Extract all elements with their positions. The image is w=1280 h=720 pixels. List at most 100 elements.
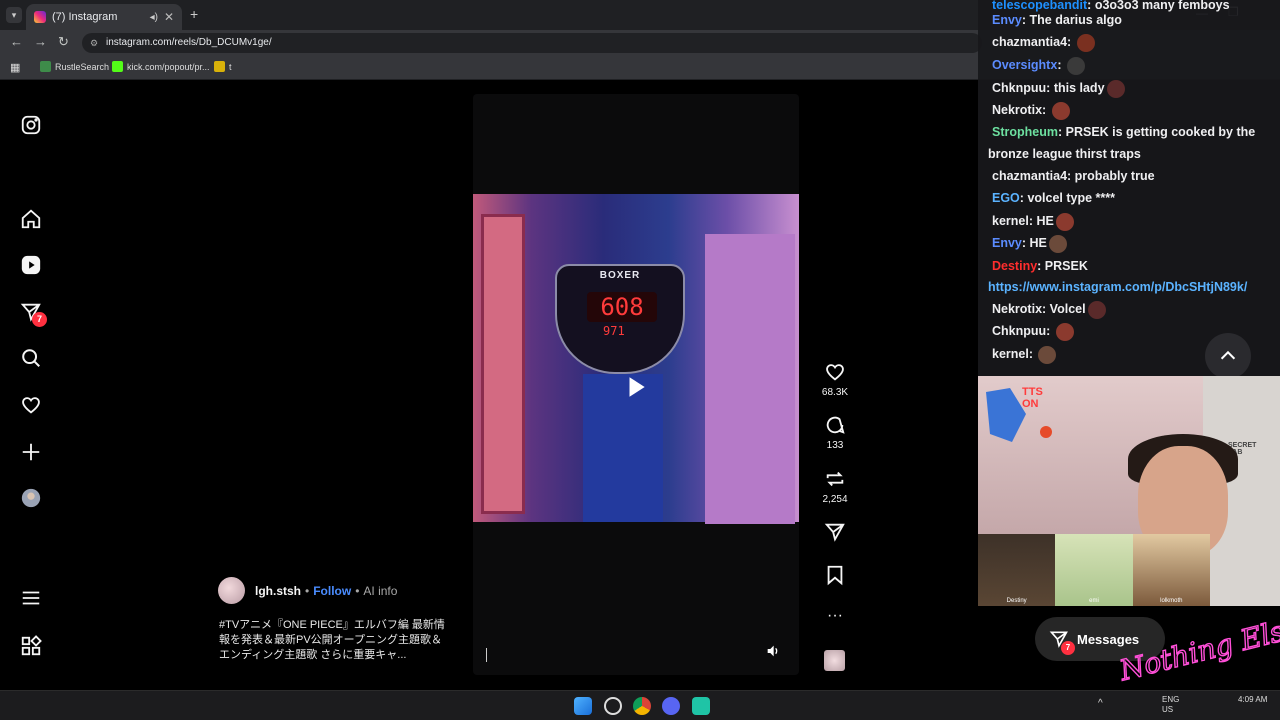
notifications-heart-icon[interactable]: [20, 394, 42, 416]
guest-thumbnails: Destiny emi lolkmoth: [978, 534, 1210, 606]
reel-caption[interactable]: #TVアニメ『ONE PIECE』エルバフ編 最新情報を発表＆最新PV公開オープ…: [219, 618, 447, 663]
tts-overlay-text: TTS ON: [1022, 386, 1043, 410]
comment-icon: [826, 416, 845, 434]
chat-username[interactable]: Destiny: [992, 259, 1037, 273]
tab-audio-icon[interactable]: ◂): [150, 12, 158, 23]
chat-username[interactable]: chazmantia4: [992, 169, 1067, 183]
chat-message: EGO: volcel type ****: [992, 187, 1277, 209]
back-button[interactable]: ←: [10, 34, 23, 49]
chat-colon: :: [1067, 35, 1075, 49]
chat-username[interactable]: Chknpuu: [992, 324, 1046, 338]
guest-thumb: lolkmoth: [1132, 534, 1210, 606]
play-icon[interactable]: [623, 374, 649, 400]
chrome-icon[interactable]: [633, 697, 651, 715]
menu-hamburger-icon[interactable]: [20, 587, 42, 609]
audio-app-icon[interactable]: [692, 697, 710, 715]
url-text: instagram.com/reels/Db_DCUMv1ge/: [106, 37, 272, 48]
chat-username[interactable]: Nekrotix: [992, 302, 1042, 316]
share-button[interactable]: [812, 521, 858, 547]
chat-emote-icon: [1055, 212, 1074, 231]
chat-username[interactable]: Chknpuu: [992, 81, 1046, 95]
comment-button[interactable]: 133: [812, 414, 858, 451]
chat-username[interactable]: Oversightx: [992, 58, 1057, 72]
tab-instagram[interactable]: (7) Instagram ◂) ✕: [26, 4, 182, 30]
tray-overflow-icon[interactable]: ^: [1098, 699, 1103, 709]
scroll-up-button[interactable]: [1205, 333, 1251, 379]
chat-username[interactable]: Envy: [992, 236, 1022, 250]
instagram-page: 7 BOXER 608 971 68.3K 133 2,254 ··· lgh.…: [0, 81, 978, 689]
chat-colon: :: [1046, 324, 1054, 338]
task-view-icon[interactable]: [604, 697, 622, 715]
guest-name: lolkmoth: [1160, 598, 1183, 604]
separator-dot: •: [305, 583, 310, 598]
chat-username[interactable]: kernel: [992, 214, 1029, 228]
discord-icon[interactable]: [662, 697, 680, 715]
audio-thumbnail[interactable]: [824, 650, 845, 671]
chat-emote-icon: [1087, 300, 1106, 319]
chat-username[interactable]: Stropheum: [992, 125, 1058, 139]
address-bar[interactable]: ⚙ instagram.com/reels/Db_DCUMv1ge/: [82, 33, 982, 53]
site-info-icon[interactable]: ⚙: [90, 33, 98, 53]
rustlesearch-favicon-icon: [40, 61, 51, 72]
chat-text: volcel type ****: [1027, 191, 1115, 205]
chat-username[interactable]: EGO: [992, 191, 1020, 205]
machine-left-panel: [481, 214, 525, 514]
repost-button[interactable]: 2,254: [812, 468, 858, 505]
tab-search-icon[interactable]: ▾: [6, 7, 22, 23]
instagram-favicon-icon: [34, 11, 46, 23]
chat-username[interactable]: kernel: [992, 347, 1029, 361]
home-icon[interactable]: [20, 208, 42, 230]
chat-text[interactable]: https://www.instagram.com/p/DbcSHtjN89k/: [988, 280, 1247, 294]
chat-colon: :: [1067, 169, 1075, 183]
author-username[interactable]: lgh.stsh: [255, 584, 301, 598]
clock-time: 4:09 AM: [1238, 695, 1268, 704]
search-icon[interactable]: [20, 347, 42, 369]
chat-message: bronze league thirst traps: [988, 143, 1273, 165]
bookmark-t[interactable]: t: [214, 61, 232, 72]
clock[interactable]: 4:09 AM: [1238, 695, 1267, 705]
ai-info-link[interactable]: AI info: [363, 584, 397, 598]
apps-grid-icon[interactable]: ▦: [10, 61, 20, 74]
chat-emote-icon: [1038, 345, 1057, 364]
chat-username[interactable]: Nekrotix: [992, 103, 1042, 117]
chat-colon: :: [1057, 58, 1065, 72]
chat-colon: :: [1057, 125, 1066, 139]
create-plus-icon[interactable]: [20, 441, 42, 463]
windows-start-icon[interactable]: [574, 697, 592, 715]
messages-badge: 7: [1061, 641, 1075, 655]
guest-thumb: emi: [1055, 534, 1133, 606]
bookmark-rustlesearch[interactable]: RustleSearch: [40, 61, 109, 72]
bookmark-label: RustleSearch: [55, 61, 110, 72]
chat-emote-icon: [1048, 234, 1067, 253]
chat-username[interactable]: chazmantia4: [992, 35, 1067, 49]
save-button[interactable]: [812, 564, 858, 590]
new-tab-button[interactable]: +: [190, 6, 198, 22]
follow-button[interactable]: Follow: [313, 584, 351, 598]
reel-video-frame[interactable]: BOXER 608 971: [473, 194, 799, 524]
chat-text: PRSEK: [1044, 259, 1088, 273]
audio-icon[interactable]: [765, 643, 781, 659]
more-options-button[interactable]: ···: [812, 607, 858, 625]
region-code: US: [1162, 705, 1174, 714]
chat-text: PRSEK is getting cooked by the: [1065, 125, 1256, 139]
reload-button[interactable]: ↻: [58, 34, 69, 50]
chat-message: Oversightx:: [992, 54, 1277, 76]
reels-icon[interactable]: [20, 254, 42, 276]
chat-emote-icon: [1106, 79, 1125, 98]
tab-close-icon[interactable]: ✕: [164, 10, 174, 24]
more-apps-icon[interactable]: [20, 635, 42, 657]
like-button[interactable]: 68.3K: [812, 361, 858, 398]
chat-message: chazmantia4:: [992, 31, 1277, 53]
forward-button[interactable]: →: [34, 34, 47, 49]
author-avatar[interactable]: [218, 577, 245, 604]
chat-username[interactable]: Envy: [992, 13, 1022, 27]
chat-message: Stropheum: PRSEK is getting cooked by th…: [992, 121, 1277, 143]
chevron-up-icon: [1220, 350, 1236, 360]
profile-avatar[interactable]: [20, 487, 42, 509]
bookmark-kick[interactable]: kick.com/popout/pr...: [112, 61, 210, 72]
language-indicator[interactable]: ENG US: [1162, 695, 1179, 715]
reel-player[interactable]: BOXER 608 971: [473, 94, 799, 675]
chat-message: Envy: The darius algo: [992, 9, 1277, 31]
instagram-logo-icon[interactable]: [20, 114, 42, 136]
chat-message: Chknpuu: this lady: [992, 77, 1277, 99]
